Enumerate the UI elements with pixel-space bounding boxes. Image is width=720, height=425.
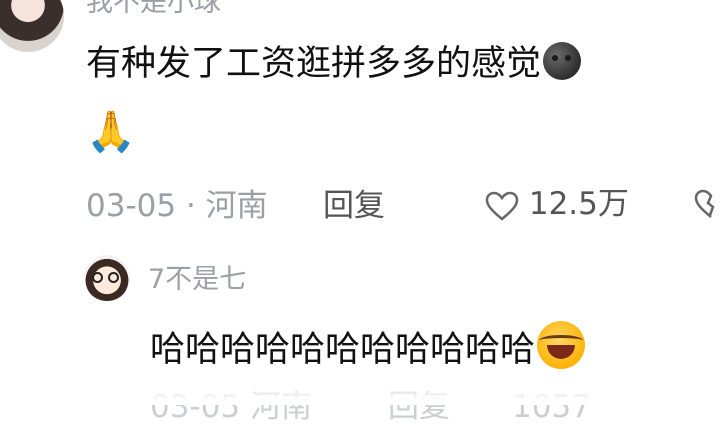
comment-meta: 03-05 · 河南 <box>86 191 268 222</box>
like-count: 12.5万 <box>528 186 629 222</box>
broken-heart-icon <box>694 189 715 218</box>
reply-button[interactable]: 回复 <box>323 191 385 222</box>
new-moon-face-icon <box>543 42 582 80</box>
comment-text: 有种发了工资逛拼多多的感觉 <box>86 44 542 84</box>
reply-text-row: 哈哈哈哈哈哈哈哈哈哈哈 <box>150 321 586 375</box>
pray-hands-icon: 🙏 <box>86 109 136 155</box>
reply-text: 哈哈哈哈哈哈哈哈哈哈哈 <box>150 330 536 370</box>
comment-text-row: 有种发了工资逛拼多多的感觉 <box>86 42 582 84</box>
dislike-button[interactable] <box>694 189 720 225</box>
rolling-laughing-face-icon <box>537 321 586 369</box>
like-button[interactable]: 12.5万 <box>485 189 629 221</box>
bottom-fade <box>0 383 720 405</box>
commenter-avatar[interactable] <box>0 0 64 52</box>
glasses-decoration <box>92 272 122 284</box>
meta-separator: · <box>185 188 196 224</box>
comment-location: 河南 <box>205 188 268 224</box>
commenter-username[interactable]: 我不是小球 <box>86 0 221 16</box>
comment-date: 03-05 <box>86 188 177 224</box>
replier-username[interactable]: 7不是七 <box>148 266 246 293</box>
heart-icon <box>485 191 519 221</box>
replier-avatar[interactable] <box>84 255 130 301</box>
